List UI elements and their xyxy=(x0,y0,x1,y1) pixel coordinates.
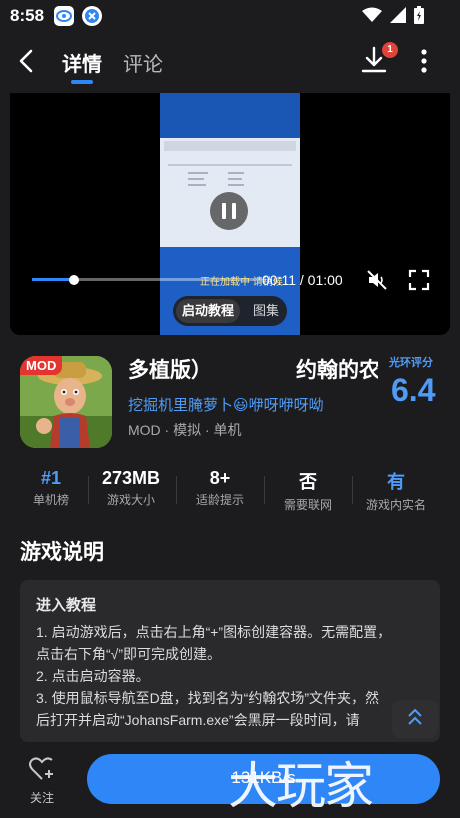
game-title-part-1: 多植版） xyxy=(128,359,212,382)
pause-button[interactable] xyxy=(210,192,248,230)
top-navigation: 详情 评论 1 xyxy=(0,32,460,88)
tab-gallery[interactable]: 图集 xyxy=(253,299,279,323)
status-time: 8:58 xyxy=(10,6,45,25)
fullscreen-icon[interactable] xyxy=(408,269,430,291)
video-player[interactable]: 正在加载中 请稍候 00:11 / 01:00 启动教程 图集 xyxy=(10,93,450,335)
instructions-card: 进入教程 1. 启动游戏后，点击右上角“+”图标创建容器。无需配置， 点击右下角… xyxy=(20,580,440,742)
back-arrow-icon[interactable] xyxy=(12,46,42,76)
progress-knob[interactable] xyxy=(69,275,79,285)
stat-real-name[interactable]: 有 游戏内实名 xyxy=(351,468,441,513)
signal-icon xyxy=(390,7,406,23)
tab-details[interactable]: 详情 xyxy=(62,48,102,77)
time-display: 00:11 / 01:00 xyxy=(262,272,343,288)
game-icon: MOD xyxy=(20,356,112,448)
follow-button[interactable]: 关注 xyxy=(22,756,62,808)
mute-icon[interactable] xyxy=(366,269,388,291)
stat-online: 否 需要联网 xyxy=(283,472,332,512)
video-tab-switcher: 启动教程 图集 xyxy=(173,296,287,326)
stat-rank[interactable]: #1 单机榜 xyxy=(6,468,96,508)
site-watermark: 大玩家 xyxy=(228,757,374,815)
stats-row: #1 单机榜 273MB 游戏大小 8+ 适龄提示 否 需要联网 有 游戏内实名 xyxy=(0,468,460,514)
progress-fill xyxy=(32,278,74,281)
instruction-line: 后打开并启动“JohansFarm.exe”会黑屏一段时间，请 xyxy=(36,712,360,728)
tab-active-indicator xyxy=(71,80,93,84)
instruction-line: 2. 点击启动容器。 xyxy=(36,668,150,684)
download-count-badge: 1 xyxy=(382,42,398,58)
bottom-action-bar: 关注 131KB/s 大玩家 xyxy=(0,742,460,818)
wifi-icon xyxy=(362,7,382,22)
game-title-part-2: 约翰的农 xyxy=(296,359,378,382)
stat-age-rating: 8+ 适龄提示 xyxy=(195,468,244,507)
notification-app-icon-2 xyxy=(82,6,102,26)
more-vertical-icon[interactable] xyxy=(414,48,434,74)
game-genre: MOD · 模拟 · 单机 xyxy=(128,422,242,438)
chevron-up-icon xyxy=(408,708,422,725)
tab-comments[interactable]: 评论 xyxy=(123,48,163,77)
scroll-to-top-button[interactable] xyxy=(392,700,438,738)
follow-label: 关注 xyxy=(29,791,54,805)
rating-score: 6.4 xyxy=(391,372,436,408)
instructions-heading: 进入教程 xyxy=(36,597,97,614)
instruction-line: 3. 使用鼠标导航至D盘，找到名为“约翰农场”文件夹，然 xyxy=(36,690,379,706)
stat-size: 273MB 游戏大小 xyxy=(101,468,161,507)
heart-plus-icon xyxy=(29,757,53,780)
status-bar: 8:58 xyxy=(0,0,460,32)
battery-icon xyxy=(414,6,424,24)
notification-app-icon xyxy=(54,6,74,26)
tab-tutorial[interactable]: 启动教程 xyxy=(176,299,241,323)
game-title: 多植版） 约翰的农 xyxy=(128,354,378,384)
instruction-line: 点击右下角“√”即可完成创建。 xyxy=(36,646,222,662)
developer-name[interactable]: 挖掘机里腌萝卜😃咿呀咿呀呦 xyxy=(128,394,324,415)
section-title: 游戏说明 xyxy=(20,541,104,564)
mod-tag: MOD xyxy=(20,356,63,375)
instruction-line: 1. 启动游戏后，点击右上角“+”图标创建容器。无需配置， xyxy=(36,624,392,640)
rating-label: 光环评分 xyxy=(389,357,433,369)
